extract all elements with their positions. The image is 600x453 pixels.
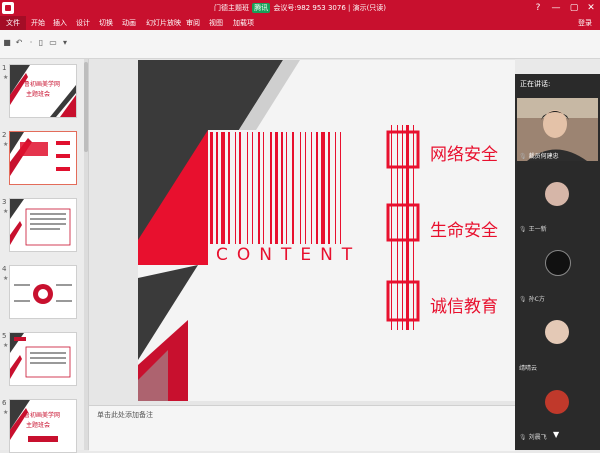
slide-number: 1 [2,64,7,72]
thumbnail-title: 鲁初画美学网 [24,412,61,419]
thumbnail-subtitle: 主题班会 [26,91,51,98]
thumbnail-title: 鲁初画美学网 [24,81,61,88]
tab-view[interactable]: 视图 [209,16,223,30]
tab-addins[interactable]: 加载项 [233,16,254,30]
close-button[interactable]: ✕ [585,2,597,14]
speaker-video[interactable]: 🎙 裁员何建忠 [517,98,598,161]
tab-file[interactable]: 文件 [0,16,26,30]
participant-name-text: 刘晨飞 [528,434,547,441]
slide-thumbnail-5[interactable] [9,332,77,386]
slide-star-icon: ★ [3,342,9,349]
slide-thumbnail-6[interactable]: 鲁初画美学网 主题班会 [9,399,77,453]
customize-icon[interactable]: ▾ [60,38,70,48]
microphone-icon: 🎙 [519,153,527,160]
help-button[interactable]: ? [532,2,544,14]
agenda-item-integrity-education: 诚信教育 [430,297,498,317]
meeting-badge: 腾讯 [252,3,271,13]
scroll-down-icon[interactable]: ▼ [553,430,559,439]
participant-name: 🎙 刘晨飞 [519,432,547,441]
maximize-button[interactable]: ▢ [568,2,580,14]
thumbnail-art [14,284,72,304]
microphone-icon: 🎙 [519,296,527,303]
notes-pane[interactable]: 单击此处添加备注 [89,405,515,451]
tab-transitions[interactable]: 切换 [99,16,113,30]
slide-number: 4 [2,265,7,273]
thumbnail-art [10,132,70,176]
participant-name: 靖晴云 [519,363,537,372]
slide-star-icon: ★ [3,409,9,416]
tab-home[interactable]: 开始 [31,16,45,30]
speaker-name: 裁员何建忠 [528,153,559,160]
slide-thumbnail-2[interactable] [9,131,77,185]
slide-star-icon: ★ [3,74,9,81]
slide-number: 3 [2,198,7,206]
save-icon[interactable]: ■ [2,38,12,48]
tab-slideshow[interactable]: 幻灯片放映 [146,16,181,30]
panel-scrollbar-thumb[interactable] [84,62,88,152]
content-heading: CONTENT [216,245,362,265]
agenda-item-life-safety: 生命安全 [430,221,498,241]
new-slide-icon[interactable]: ▯ [36,38,46,48]
tab-animations[interactable]: 动画 [122,16,136,30]
redo-icon[interactable]: · [26,38,36,48]
participant-avatar[interactable] [545,182,569,206]
login-link[interactable]: 登录 [578,16,592,30]
slide-number: 2 [2,131,7,139]
slide-star-icon: ★ [3,208,9,215]
tab-review[interactable]: 审阅 [186,16,200,30]
slide-thumbnail-3[interactable] [9,198,77,252]
slide-thumbnail-1[interactable]: 鲁初画美学网 主题班会 [9,64,77,118]
notes-placeholder: 单击此处添加备注 [97,411,153,419]
thumbnail-art [10,199,71,246]
slide-number: 5 [2,332,7,340]
participant-name-text: 孙C方 [528,296,545,303]
thumbnail-art [10,333,71,379]
microphone-icon: 🎙 [519,434,527,441]
window-title: 门德主题班 腾讯 会议号:982 953 3076 | 演示(只读) [0,3,600,13]
minimize-button[interactable]: — [550,2,562,14]
participant-name-text: 靖晴云 [519,365,538,372]
speaking-label: 正在讲话: [520,80,551,88]
slide-thumbnail-4[interactable] [9,265,77,319]
slide-number: 6 [2,399,7,407]
present-icon[interactable]: ▭ [48,38,58,48]
participant-name: 🎙 孙C方 [519,294,545,303]
undo-icon[interactable]: ↶ [14,38,24,48]
tab-design[interactable]: 设计 [76,16,90,30]
title-bar: 门德主题班 腾讯 会议号:982 953 3076 | 演示(只读) ? — ▢… [0,0,600,16]
title-text: 门德主题班 [213,4,249,12]
meeting-video-panel: 正在讲话: 🎙 裁员何建忠 🎙 王一新 🎙 孙C方 靖晴云 🎙 刘晨飞 ▼ [515,74,600,450]
participant-name: 🎙 王一新 [519,224,547,233]
participant-avatar[interactable] [545,390,569,414]
thumbnail-subtitle: 主题班会 [26,422,51,429]
speaker-name-label: 🎙 裁员何建忠 [519,151,559,160]
participant-avatar[interactable] [545,320,569,344]
meeting-id-text: 会议号:982 953 3076 | 演示(只读) [273,4,387,12]
quick-access-toolbar: ■ ↶ · ▯ ▭ ▾ [0,30,600,59]
microphone-icon: 🎙 [519,226,527,233]
participant-name-text: 王一新 [528,226,547,233]
tab-insert[interactable]: 插入 [53,16,67,30]
slide-star-icon: ★ [3,141,9,148]
slide-star-icon: ★ [3,275,9,282]
ribbon-tabs: 文件 开始 插入 设计 切换 动画 幻灯片放映 审阅 视图 加载项 登录 [0,16,600,30]
slide-canvas[interactable]: CONTENT 网络安全 生命安全 诚信教育 [138,60,515,401]
participant-avatar[interactable] [545,250,571,276]
agenda-item-network-security: 网络安全 [430,145,498,165]
